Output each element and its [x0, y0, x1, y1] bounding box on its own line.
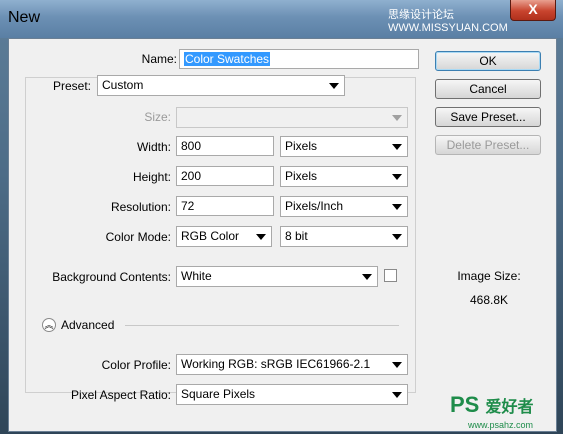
chevron-down-icon	[256, 234, 266, 240]
color-mode-dropdown[interactable]: RGB Color	[176, 226, 272, 247]
logo-url: www.psahz.com	[468, 420, 534, 430]
chevron-down-icon	[392, 392, 402, 398]
size-label: Size:	[144, 110, 171, 124]
chevron-down-icon	[392, 204, 402, 210]
width-input[interactable]: 800	[176, 136, 274, 156]
chevron-down-icon	[392, 115, 402, 121]
color-profile-value: Working RGB: sRGB IEC61966-2.1	[181, 357, 371, 371]
resolution-input[interactable]: 72	[176, 196, 274, 216]
chevron-down-icon	[362, 274, 372, 280]
name-input-value: Color Swatches	[184, 52, 271, 66]
chevron-down-icon	[329, 83, 339, 89]
close-button[interactable]: X	[510, 0, 556, 21]
background-dropdown[interactable]: White	[176, 266, 378, 287]
chevron-down-icon	[392, 144, 402, 150]
window-title: New	[8, 9, 41, 26]
background-color-swatch[interactable]	[384, 269, 397, 282]
preset-value: Custom	[102, 78, 144, 92]
width-unit-value: Pixels	[285, 139, 318, 153]
dialog-body: Name: Color Swatches Preset: Custom Size…	[8, 38, 557, 432]
delete-preset-button[interactable]: Delete Preset...	[435, 135, 541, 155]
color-profile-label: Color Profile:	[101, 358, 171, 372]
site-logo: PS 爱好者	[450, 392, 534, 418]
image-size-label: Image Size:	[457, 269, 521, 283]
cancel-button[interactable]: Cancel	[435, 79, 541, 99]
chevron-down-icon	[392, 174, 402, 180]
color-mode-value: RGB Color	[181, 229, 240, 243]
advanced-toggle[interactable]: ︽	[42, 318, 56, 332]
height-input[interactable]: 200	[176, 166, 274, 186]
pixel-aspect-dropdown[interactable]: Square Pixels	[176, 384, 408, 405]
height-unit-dropdown[interactable]: Pixels	[280, 166, 408, 187]
chevron-up-icon: ︽	[44, 320, 54, 330]
resolution-unit-dropdown[interactable]: Pixels/Inch	[280, 196, 408, 217]
name-input[interactable]: Color Swatches	[179, 49, 419, 69]
logo-cn: 爱好者	[485, 399, 534, 416]
size-dropdown[interactable]	[176, 107, 408, 128]
chevron-down-icon	[392, 362, 402, 368]
advanced-label: Advanced	[61, 318, 115, 332]
resolution-label: Resolution:	[110, 200, 171, 214]
height-label: Height:	[132, 170, 171, 184]
name-label: Name:	[141, 52, 177, 66]
preset-label: Preset:	[52, 79, 91, 93]
height-unit-value: Pixels	[285, 169, 318, 183]
bit-depth-dropdown[interactable]: 8 bit	[280, 226, 408, 247]
ok-button[interactable]: OK	[435, 51, 541, 71]
color-mode-label: Color Mode:	[105, 230, 171, 244]
preset-dropdown[interactable]: Custom	[97, 75, 345, 96]
pixel-aspect-value: Square Pixels	[181, 387, 256, 401]
color-profile-dropdown[interactable]: Working RGB: sRGB IEC61966-2.1	[176, 354, 408, 375]
close-icon: X	[528, 1, 538, 17]
chevron-down-icon	[392, 234, 402, 240]
background-value: White	[181, 269, 212, 283]
resolution-unit-value: Pixels/Inch	[285, 199, 344, 213]
image-size-value: 468.8K	[469, 293, 509, 307]
advanced-divider	[125, 325, 399, 326]
title-bar: New 思缘设计论坛 WWW.MISSYUAN.COM X	[0, 0, 563, 38]
width-label: Width:	[136, 140, 171, 154]
pixel-aspect-label: Pixel Aspect Ratio:	[70, 388, 171, 402]
bit-depth-value: 8 bit	[285, 229, 308, 243]
background-label: Background Contents:	[52, 270, 171, 284]
logo-text: PS	[450, 392, 480, 417]
save-preset-button[interactable]: Save Preset...	[435, 107, 541, 127]
width-unit-dropdown[interactable]: Pixels	[280, 136, 408, 157]
